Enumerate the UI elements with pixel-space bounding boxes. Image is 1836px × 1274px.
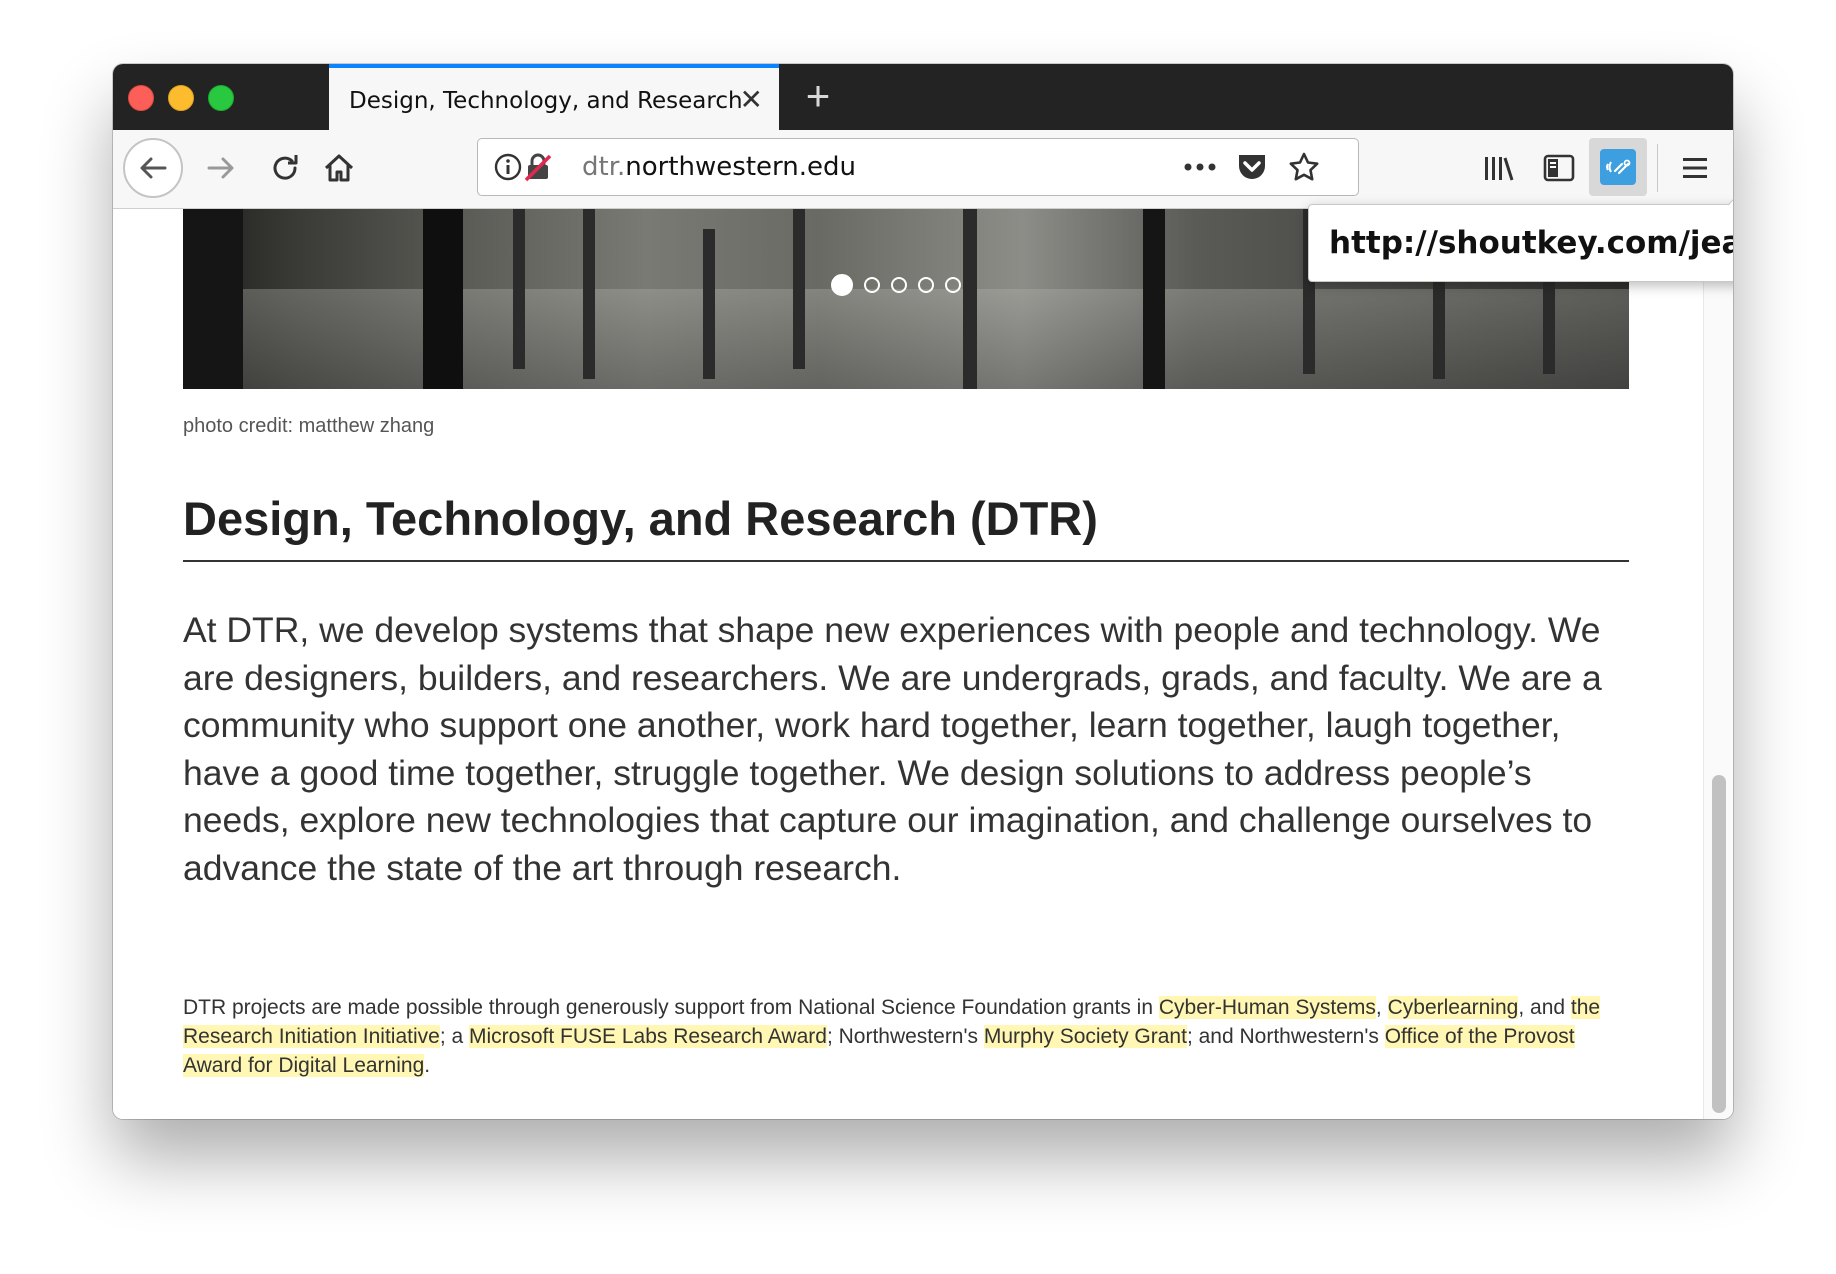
tab-title: Design, Technology, and Research (349, 88, 743, 114)
chair-leg (583, 209, 595, 379)
chair-leg (793, 209, 805, 369)
shoutkey-extension-icon (1600, 149, 1636, 185)
link-cyberlearning[interactable]: Cyberlearning (1387, 996, 1519, 1019)
hamburger-menu-icon[interactable] (1665, 138, 1725, 198)
back-icon[interactable] (123, 138, 183, 198)
title-bar: Design, Technology, and Research ✕ + (113, 64, 1733, 130)
toolbar-separator (1657, 144, 1658, 192)
shoutkey-url[interactable]: http://shoutkey.com/jeans (1329, 225, 1733, 261)
funding-text: . (424, 1054, 431, 1077)
page-title: Design, Technology, and Research (DTR) (183, 491, 1629, 562)
zoom-window-button[interactable] (208, 85, 234, 111)
close-tab-icon[interactable]: ✕ (740, 86, 763, 114)
carousel-dot-4[interactable] (918, 277, 934, 293)
close-window-button[interactable] (128, 85, 154, 111)
funding-text: ; Northwestern's (826, 1025, 984, 1048)
scrollbar[interactable] (1703, 209, 1733, 1119)
funding-text: DTR projects are made possible through g… (183, 996, 1159, 1019)
funding-text: ; and Northwestern's (1186, 1025, 1385, 1048)
nav-bar: dtr.northwestern.edu (113, 130, 1733, 209)
chair-leg (703, 229, 715, 379)
insecure-lock-icon[interactable] (518, 147, 558, 187)
carousel-dot-2[interactable] (864, 277, 880, 293)
url-bar[interactable]: dtr.northwestern.edu (477, 138, 1359, 196)
funding-paragraph: DTR projects are made possible through g… (183, 993, 1633, 1080)
link-murphy-society-grant[interactable]: Murphy Society Grant (983, 1025, 1187, 1048)
chair-leg (513, 209, 525, 369)
reload-icon[interactable] (255, 138, 315, 198)
library-icon[interactable] (1469, 138, 1529, 198)
carousel-dot-3[interactable] (891, 277, 907, 293)
carousel-dot-1[interactable] (831, 274, 853, 296)
sidebar-icon[interactable] (1529, 138, 1589, 198)
page-actions-icon[interactable] (1180, 147, 1220, 187)
tab-active[interactable]: Design, Technology, and Research ✕ (329, 64, 779, 130)
funding-text: , (1375, 996, 1388, 1019)
funding-text: , and (1518, 996, 1571, 1019)
pocket-icon[interactable] (1232, 147, 1272, 187)
home-icon[interactable] (309, 138, 369, 198)
url-domain: northwestern.edu (625, 152, 856, 182)
page-content: photo credit: matthew zhang Design, Tech… (113, 209, 1703, 1119)
link-microsoft-fuse-labs[interactable]: Microsoft FUSE Labs Research Award (469, 1025, 827, 1048)
url-text: dtr.northwestern.edu (582, 152, 856, 182)
forward-icon[interactable] (191, 138, 251, 198)
funding-text: ; a (439, 1025, 469, 1048)
browser-window: Design, Technology, and Research ✕ + dtr… (113, 64, 1733, 1119)
photo-credit: photo credit: matthew zhang (183, 415, 435, 437)
shoutkey-extension-button[interactable] (1589, 138, 1647, 196)
minimize-window-button[interactable] (168, 85, 194, 111)
hero-dark-edge (183, 209, 243, 389)
chair-leg (963, 209, 977, 389)
hero-post (1143, 209, 1165, 389)
link-cyber-human-systems[interactable]: Cyber-Human Systems (1158, 996, 1376, 1019)
new-tab-icon[interactable]: + (793, 72, 843, 122)
carousel-dot-5[interactable] (945, 277, 961, 293)
scrollbar-thumb[interactable] (1712, 775, 1726, 1113)
hero-pillar (423, 209, 463, 389)
intro-paragraph: At DTR, we develop systems that shape ne… (183, 610, 1602, 888)
url-subdomain: dtr. (582, 152, 626, 182)
carousel-indicators (831, 274, 961, 296)
bookmark-star-icon[interactable] (1284, 147, 1324, 187)
hero-floor (183, 289, 1629, 389)
shoutkey-url-popup: http://shoutkey.com/jeans (1308, 204, 1733, 282)
